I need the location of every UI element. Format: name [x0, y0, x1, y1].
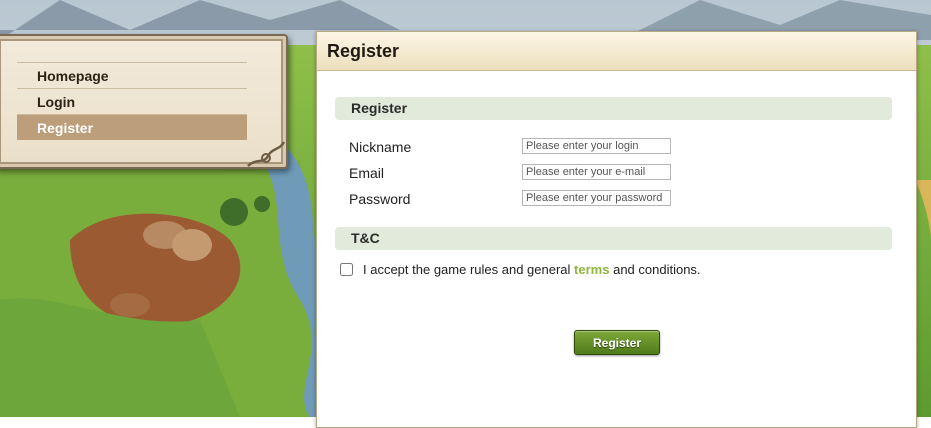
nickname-label: Nickname — [349, 139, 412, 155]
email-input[interactable] — [522, 164, 671, 180]
menu-item-login[interactable]: Login — [17, 88, 247, 114]
menu-item-register[interactable]: Register — [17, 114, 247, 140]
side-menu: Homepage Login Register — [0, 34, 288, 169]
nickname-input[interactable] — [522, 138, 671, 154]
register-panel: Register Register Nickname Email Passwor… — [316, 31, 917, 428]
corner-ornament-icon — [247, 141, 286, 167]
email-label: Email — [349, 165, 385, 181]
register-section-header: Register — [335, 97, 892, 120]
password-input[interactable] — [522, 190, 671, 206]
tc-accept-row: I accept the game rules and general term… — [340, 262, 701, 277]
tc-text-after: and conditions. — [613, 262, 701, 277]
menu-list: Homepage Login Register — [17, 62, 247, 140]
tc-section-header: T&C — [335, 227, 892, 250]
tc-text-before: I accept the game rules and general — [363, 262, 571, 277]
page-title: Register — [317, 32, 916, 71]
password-label: Password — [349, 191, 411, 207]
register-submit-button[interactable]: Register — [574, 330, 660, 355]
tc-accept-checkbox[interactable] — [340, 263, 353, 276]
menu-item-homepage[interactable]: Homepage — [17, 62, 247, 88]
terms-link[interactable]: terms — [574, 262, 609, 277]
